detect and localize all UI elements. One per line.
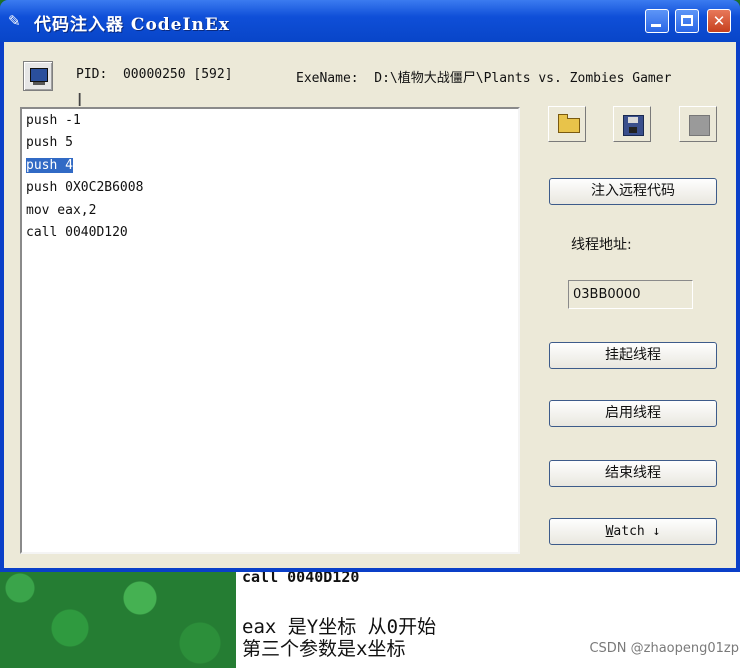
text-cursor-icon: I — [77, 90, 83, 111]
app-icon: ✎ — [8, 12, 21, 30]
code-text: push 0X0C2B6008 — [26, 180, 144, 195]
title-bar[interactable]: ✎ 代码注入器 CodeInEx ✕ — [0, 0, 740, 42]
save-file-button[interactable] — [613, 106, 651, 142]
maximize-button[interactable] — [675, 9, 699, 33]
code-line: call 0040D120 — [26, 223, 128, 243]
watch-button[interactable]: Watch ↓ — [549, 518, 717, 545]
maximize-icon — [681, 15, 693, 26]
stop-button[interactable] — [679, 106, 717, 142]
folder-open-icon — [558, 114, 580, 133]
select-process-button[interactable] — [23, 61, 53, 91]
code-line: push -1 — [26, 111, 81, 131]
code-text: call 0040D120 — [26, 225, 128, 240]
resume-thread-button[interactable]: 启用线程 — [549, 400, 717, 427]
thread-address-field[interactable]: 03BB0000 — [568, 280, 693, 309]
background-edge — [740, 0, 751, 568]
watermark: CSDN @zhaopeng01zp — [589, 641, 739, 656]
dialog-client-area: PID: 00000250 [592] ExeName: D:\植物大战僵尸\P… — [4, 42, 736, 568]
minimize-button[interactable] — [645, 9, 669, 33]
computer-icon-base — [33, 82, 45, 85]
codeinex-window: ✎ 代码注入器 CodeInEx ✕ PID: 00000250 [592] E… — [0, 0, 740, 572]
thread-address-label: 线程地址: — [571, 237, 632, 253]
close-icon: ✕ — [712, 12, 726, 30]
pid-label: PID: 00000250 [592] — [76, 67, 233, 82]
stop-icon — [689, 115, 710, 136]
code-line-selected: push 4 — [26, 156, 73, 176]
code-line: mov eax,2 — [26, 201, 96, 221]
end-thread-button[interactable]: 结束线程 — [549, 460, 717, 487]
code-text: push -1 — [26, 113, 81, 128]
exe-name-label: ExeName: D:\植物大战僵尸\Plants vs. Zombies Ga… — [296, 71, 672, 86]
note-line-3: 第三个参数是x坐标 — [242, 638, 406, 660]
inject-remote-code-button[interactable]: 注入远程代码 — [549, 178, 717, 205]
close-button[interactable]: ✕ — [707, 9, 731, 33]
window-title: 代码注入器 CodeInEx — [34, 15, 230, 35]
computer-icon — [30, 68, 48, 82]
code-text: push 4 — [26, 158, 73, 173]
minimize-icon — [651, 24, 661, 27]
floppy-disk-icon — [623, 115, 644, 136]
code-text: push 5 — [26, 135, 73, 150]
code-line: push 5 — [26, 133, 73, 153]
open-file-button[interactable] — [548, 106, 586, 142]
game-background — [0, 568, 236, 668]
code-editor[interactable]: push -1 push 5 push 4 push 0X0C2B6008 mo… — [20, 107, 520, 554]
watch-label: atch ↓ — [613, 524, 661, 539]
code-line: push 0X0C2B6008 — [26, 178, 143, 198]
code-text: mov eax,2 — [26, 203, 97, 218]
note-document: call 0040D120 eax 是Y坐标 从0开始 第三个参数是x坐标 CS… — [236, 568, 751, 668]
suspend-thread-button[interactable]: 挂起线程 — [549, 342, 717, 369]
